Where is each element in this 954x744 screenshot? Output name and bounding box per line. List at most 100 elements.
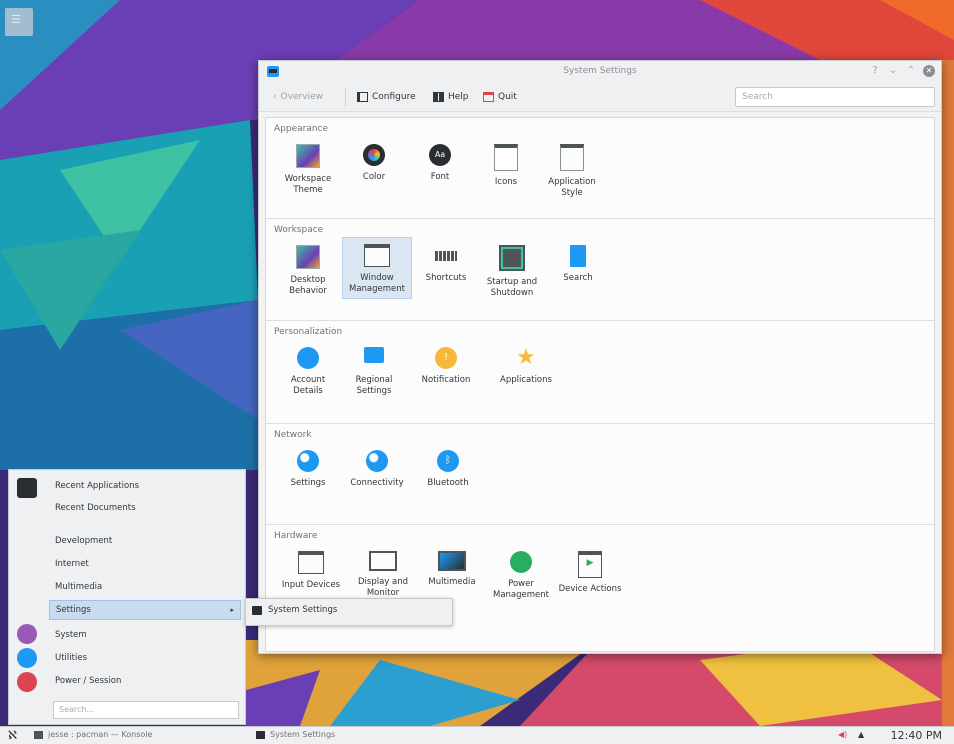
module-window-management[interactable]: Window Management [342,237,412,299]
taskbar: ℵ jesse : pacman — Konsole System Settin… [0,726,954,744]
menu-item-label: Settings [56,605,91,615]
maximize-icon[interactable]: ⌃ [905,65,917,77]
module-power-management[interactable]: Power Management [486,545,556,601]
search-input[interactable]: Search [735,87,935,107]
module-label: Icons [494,177,518,187]
volume-icon[interactable]: ◀) [838,730,847,739]
module-label: Application Style [548,177,596,198]
menu-item-utilities[interactable]: Utilities [49,648,241,668]
module-bluetooth[interactable]: ᛒ Bluetooth [416,444,480,489]
close-icon[interactable]: ✕ [923,65,935,77]
module-connectivity[interactable]: Connectivity [342,444,412,489]
workspace-theme-icon [296,144,320,168]
module-desktop-behavior[interactable]: Desktop Behavior [276,239,340,297]
module-label: Display and Monitor [357,577,409,598]
menu-item-development[interactable]: Development [49,531,241,551]
module-label: Connectivity [350,478,404,488]
konsole-icon [34,730,43,739]
module-account-details[interactable]: Account Details [276,341,340,397]
module-regional-settings[interactable]: Regional Settings [342,341,406,397]
module-label: Notification [421,375,471,385]
help-label: Help [448,92,469,102]
module-device-actions[interactable]: ▶ Device Actions [558,545,622,595]
module-label: Bluetooth [427,478,469,488]
module-applications[interactable]: ★ Applications [488,341,564,386]
module-color[interactable]: Color [342,138,406,183]
overview-button[interactable]: ‹ Overview [273,90,323,104]
network-settings-icon [297,450,319,472]
module-icons[interactable]: Icons [474,138,538,188]
tray-expand-icon[interactable]: ▲ [858,730,864,739]
utilities-favorite-icon[interactable] [17,648,37,668]
task-label: System Settings [270,730,336,739]
module-font[interactable]: Aa Font [408,138,472,183]
system-settings-favorite-icon[interactable] [17,478,37,498]
menu-item-internet[interactable]: Internet [49,554,241,574]
regional-icon [364,347,384,363]
module-multimedia[interactable]: Multimedia [420,545,484,588]
configure-label: Configure [372,92,416,102]
system-favorite-icon[interactable] [17,624,37,644]
module-startup-shutdown[interactable]: Startup and Shutdown [480,239,544,299]
menu-item-recent-applications[interactable]: Recent Applications [49,476,241,496]
toolbar: ‹ Overview Configure Help Quit Search [259,83,941,112]
module-label: Account Details [290,375,326,396]
module-display-monitor[interactable]: Display and Monitor [348,545,418,599]
connectivity-icon [366,450,388,472]
help-book-icon [433,92,444,102]
search-doc-icon [570,245,586,267]
multimedia-icon [438,551,466,571]
clock[interactable]: 12:40 PM [891,729,942,742]
power-favorite-icon[interactable] [17,672,37,692]
menu-item-recent-documents[interactable]: Recent Documents [49,498,241,518]
module-label: Multimedia [428,577,476,587]
menu-item-system[interactable]: System [49,625,241,645]
window-management-icon [364,244,390,267]
minimize-icon[interactable]: ⌄ [887,65,899,77]
help-button[interactable]: Help [433,90,469,104]
quit-icon [483,92,494,102]
module-label: Font [430,172,450,182]
application-launcher-menu: Recent Applications Recent Documents Dev… [8,469,246,725]
module-input-devices[interactable]: Input Devices [276,545,346,591]
task-label: jesse : pacman — Konsole [48,730,153,739]
bluetooth-icon: ᛒ [437,450,459,472]
menu-item-settings[interactable]: Settings ▸ [49,600,241,620]
system-settings-icon [252,605,262,615]
configure-button[interactable]: Configure [357,90,416,104]
keyboard-icon [435,251,457,261]
window-titlebar[interactable]: System Settings ? ⌄ ⌃ ✕ [259,61,941,83]
desktop-toolbox-button[interactable]: ☰ [5,8,33,36]
task-system-settings[interactable]: System Settings [256,730,335,739]
quit-label: Quit [498,92,517,102]
category-title: Appearance [274,124,329,134]
kde-launcher-icon[interactable]: ℵ [8,728,17,742]
module-label: Workspace Theme [284,174,332,195]
menu-item-power-session[interactable]: Power / Session [49,671,241,691]
submenu-item-system-settings[interactable]: System Settings [252,605,337,615]
module-label: Search [563,273,593,283]
overview-label: Overview [280,92,323,102]
module-network-settings[interactable]: Settings [276,444,340,489]
category-personalization: Personalization Account Details Regional… [266,321,934,423]
menu-lines-icon: ☰ [11,13,21,26]
module-workspace-theme[interactable]: Workspace Theme [276,138,340,196]
module-search[interactable]: Search [546,239,610,284]
module-notification[interactable]: ! Notification [408,341,484,386]
launcher-search-input[interactable]: Search... [53,701,239,719]
module-shortcuts[interactable]: Shortcuts [414,239,478,284]
module-label: Power Management [493,579,549,600]
category-title: Workspace [274,225,324,235]
device-actions-icon: ▶ [578,551,602,578]
category-title: Hardware [274,531,318,541]
display-icon [369,551,397,571]
menu-item-multimedia[interactable]: Multimedia [49,577,241,597]
help-question-icon[interactable]: ? [869,65,881,77]
task-konsole[interactable]: jesse : pacman — Konsole [34,730,152,739]
configure-icon [357,92,368,102]
modules-panel: Appearance Workspace Theme Color Aa Font… [265,117,935,652]
icons-icon [494,144,518,171]
module-application-style[interactable]: Application Style [540,138,604,199]
quit-button[interactable]: Quit [483,90,517,104]
chevron-left-icon: ‹ [273,92,277,102]
